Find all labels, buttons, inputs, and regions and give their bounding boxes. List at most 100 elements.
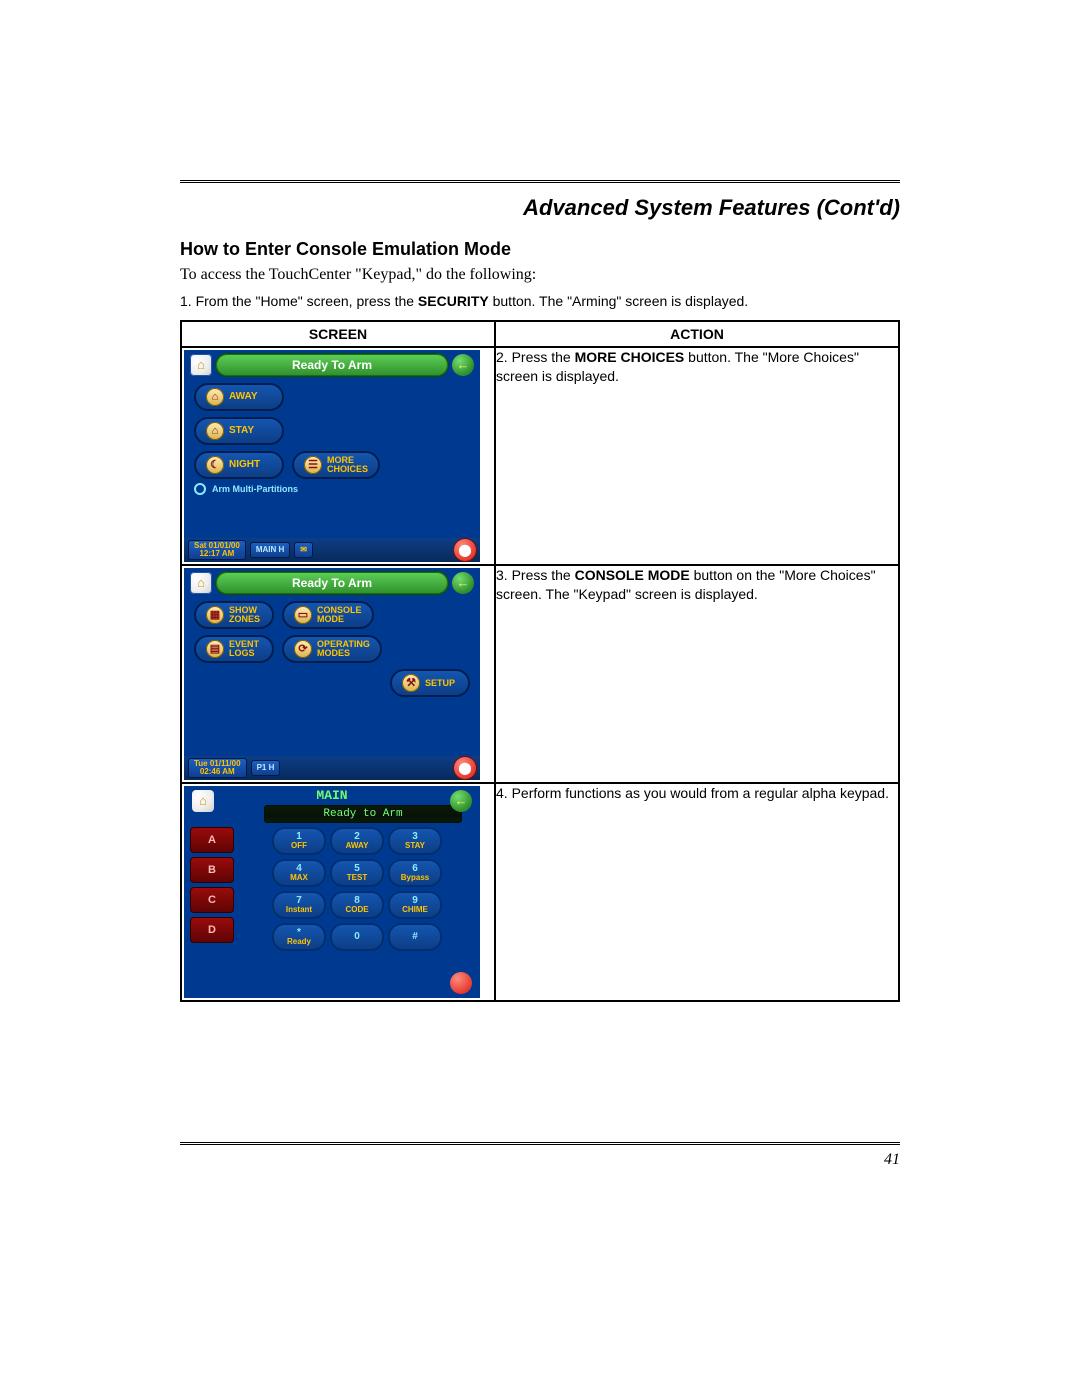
msg-chip[interactable]: ✉ <box>294 542 313 558</box>
operating-modes-button[interactable]: ⟳ OPERATING MODES <box>282 635 382 663</box>
bottom-bar: Tue 01/11/00 02:46 AM P1 H ⬤ <box>184 756 480 780</box>
away-button[interactable]: ⌂ AWAY <box>194 383 284 411</box>
keypad-title: MAIN <box>184 788 480 803</box>
numkey-label: CODE <box>345 906 368 914</box>
show-zones-button[interactable]: ▦ SHOW ZONES <box>194 601 274 629</box>
more-choices-screen: ⌂ Ready To Arm ← ▦ SHOW ZONES <box>184 568 480 780</box>
stay-icon: ⌂ <box>206 422 224 440</box>
action-cell: 2. Press the MORE CHOICES button. The "M… <box>495 347 899 565</box>
numkey-digit: 0 <box>354 932 360 942</box>
back-icon[interactable]: ← <box>452 354 474 376</box>
pt-chip[interactable]: P1 H <box>251 760 281 776</box>
bottom-bar: Sat 01/01/00 12:17 AM MAIN H ✉ ⬤ <box>184 538 480 562</box>
table-row: ⌂ ← MAIN Ready to Arm A B C D 1OFF2AWAY3… <box>181 783 899 1001</box>
ts-l2: 12:17 AM <box>194 550 240 558</box>
panic-button[interactable]: ⬤ <box>454 539 476 561</box>
step1-pre: 1. From the "Home" screen, press the <box>180 293 418 309</box>
timestamp-chip: Tue 01/11/00 02:46 AM <box>188 758 247 778</box>
sz-l2: ZONES <box>229 615 260 624</box>
action-cell: 4. Perform functions as you would from a… <box>495 783 899 1001</box>
numkey-label: TEST <box>347 874 367 882</box>
console-icon: ▭ <box>294 606 312 624</box>
numkey-5[interactable]: 5TEST <box>330 859 384 887</box>
stay-label: STAY <box>229 425 254 436</box>
numkey-0[interactable]: 0 <box>330 923 384 951</box>
table-row: ⌂ Ready To Arm ← ⌂ AWAY ⌂ <box>181 347 899 565</box>
step1-post: button. The "Arming" screen is displayed… <box>489 293 748 309</box>
a2-full: 4. Perform functions as you would from a… <box>496 785 889 801</box>
setup-icon: ⚒ <box>402 674 420 692</box>
panic-button[interactable]: ⬤ <box>454 757 476 779</box>
numkey-9[interactable]: 9CHIME <box>388 891 442 919</box>
numkey-label: STAY <box>405 842 425 850</box>
main-chip[interactable]: MAIN H <box>250 542 290 558</box>
numkey-label: CHIME <box>402 906 428 914</box>
numkey-2[interactable]: 2AWAY <box>330 827 384 855</box>
panic-button[interactable] <box>450 972 472 994</box>
event-logs-button[interactable]: ▤ EVENT LOGS <box>194 635 274 663</box>
intro-paragraph: To access the TouchCenter "Keypad," do t… <box>180 266 900 284</box>
numkey-#[interactable]: # <box>388 923 442 951</box>
night-icon: ☾ <box>206 456 224 474</box>
arming-screen: ⌂ Ready To Arm ← ⌂ AWAY ⌂ <box>184 350 480 562</box>
key-a[interactable]: A <box>190 827 234 853</box>
a0-bold: MORE CHOICES <box>575 349 685 365</box>
key-d[interactable]: D <box>190 917 234 943</box>
step1-bold: SECURITY <box>418 293 489 309</box>
table-row: ⌂ Ready To Arm ← ▦ SHOW ZONES <box>181 565 899 783</box>
action-cell: 3. Press the CONSOLE MODE button on the … <box>495 565 899 783</box>
page-number: 41 <box>180 1151 900 1169</box>
ready-status: Ready To Arm <box>216 354 448 376</box>
numkey-8[interactable]: 8CODE <box>330 891 384 919</box>
back-icon[interactable]: ← <box>452 572 474 594</box>
numkey-label: Ready <box>287 938 311 946</box>
stay-button[interactable]: ⌂ STAY <box>194 417 284 445</box>
home-icon[interactable]: ⌂ <box>190 354 212 376</box>
keypad-lcd: Ready to Arm <box>264 805 462 823</box>
a1-bold: CONSOLE MODE <box>575 567 690 583</box>
numkey-7[interactable]: 7Instant <box>272 891 326 919</box>
numkey-label: Instant <box>286 906 312 914</box>
back-icon[interactable]: ← <box>450 790 472 812</box>
setup-button[interactable]: ⚒ SETUP <box>390 669 470 697</box>
numkey-3[interactable]: 3STAY <box>388 827 442 855</box>
keypad-screen: ⌂ ← MAIN Ready to Arm A B C D 1OFF2AWAY3… <box>184 786 480 998</box>
night-label: NIGHT <box>229 459 260 470</box>
more-line2: CHOICES <box>327 465 368 474</box>
numkey-6[interactable]: 6Bypass <box>388 859 442 887</box>
col-action: ACTION <box>495 321 899 347</box>
setup-label: SETUP <box>425 678 455 688</box>
numkey-1[interactable]: 1OFF <box>272 827 326 855</box>
step-1: 1. From the "Home" screen, press the SEC… <box>180 292 900 312</box>
ready-status: Ready To Arm <box>216 572 448 594</box>
radio-icon <box>194 483 206 495</box>
numkey-label: OFF <box>291 842 307 850</box>
running-title: Advanced System Features (Cont'd) <box>180 189 900 221</box>
home-icon[interactable]: ⌂ <box>192 790 214 812</box>
a0-pre: 2. Press the <box>496 349 575 365</box>
numkey-*[interactable]: *Ready <box>272 923 326 951</box>
more-choices-icon: ☰ <box>304 456 322 474</box>
numkey-label: AWAY <box>346 842 369 850</box>
el-l2: LOGS <box>229 649 259 658</box>
key-c[interactable]: C <box>190 887 234 913</box>
arm-multi-partitions[interactable]: Arm Multi-Partitions <box>184 482 480 495</box>
logs-icon: ▤ <box>206 640 224 658</box>
numkey-4[interactable]: 4MAX <box>272 859 326 887</box>
arm-multi-label: Arm Multi-Partitions <box>212 484 298 494</box>
om-l2: MODES <box>317 649 370 658</box>
numkey-label: Bypass <box>401 874 429 882</box>
ts2-l2: 02:46 AM <box>194 768 241 776</box>
key-b[interactable]: B <box>190 857 234 883</box>
numkey-digit: # <box>412 932 418 942</box>
away-icon: ⌂ <box>206 388 224 406</box>
col-screen: SCREEN <box>181 321 495 347</box>
section-heading: How to Enter Console Emulation Mode <box>180 239 900 260</box>
console-mode-button[interactable]: ▭ CONSOLE MODE <box>282 601 374 629</box>
night-button[interactable]: ☾ NIGHT <box>194 451 284 479</box>
cm-l2: MODE <box>317 615 362 624</box>
home-icon[interactable]: ⌂ <box>190 572 212 594</box>
steps-table: SCREEN ACTION ⌂ Ready To Arm ← <box>180 320 900 1002</box>
more-choices-button[interactable]: ☰ MORE CHOICES <box>292 451 380 479</box>
numkey-label: MAX <box>290 874 308 882</box>
